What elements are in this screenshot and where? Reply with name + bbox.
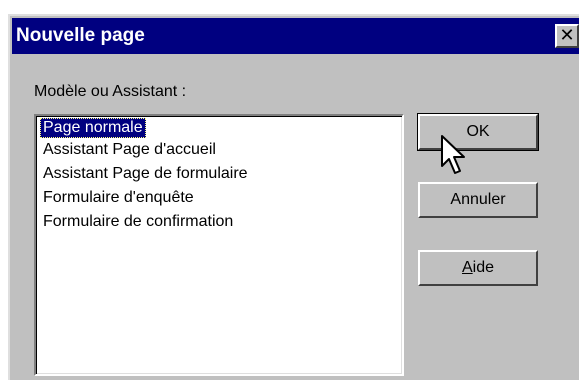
close-icon[interactable]: ✕ xyxy=(555,24,579,48)
title-bar[interactable]: Nouvelle page ✕ xyxy=(12,18,579,54)
list-item-formulaire-enquete[interactable]: Formulaire d'enquête xyxy=(40,188,197,208)
list-item-page-normale[interactable]: Page normale xyxy=(40,118,146,138)
list-item-formulaire-confirmation[interactable]: Formulaire de confirmation xyxy=(40,212,236,232)
dialog-title: Nouvelle page xyxy=(16,25,145,46)
help-label-rest: ide xyxy=(472,259,495,276)
help-button[interactable]: Aide xyxy=(418,250,538,286)
list-item-assistant-formulaire[interactable]: Assistant Page de formulaire xyxy=(40,164,251,184)
new-page-dialog: Nouvelle page ✕ Modèle ou Assistant : Pa… xyxy=(8,14,579,380)
template-label: Modèle ou Assistant : xyxy=(34,83,187,100)
template-listbox[interactable]: Page normale Assistant Page d'accueil As… xyxy=(34,114,404,376)
cancel-button[interactable]: Annuler xyxy=(418,182,538,218)
ok-button[interactable]: OK xyxy=(417,113,539,151)
list-item-assistant-accueil[interactable]: Assistant Page d'accueil xyxy=(40,140,219,160)
help-accelerator: A xyxy=(461,259,473,276)
